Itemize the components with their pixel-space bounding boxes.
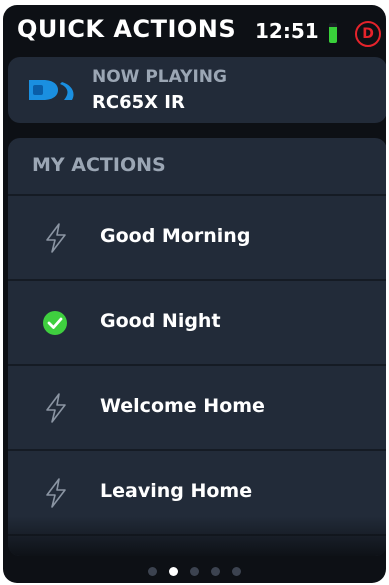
page-title: QUICK ACTIONS: [17, 15, 237, 43]
now-playing-label: NOW PLAYING: [92, 67, 227, 87]
action-item-good-morning[interactable]: Good Morning: [8, 196, 386, 281]
page-indicator[interactable]: [3, 567, 386, 579]
page-dot[interactable]: [232, 567, 241, 576]
page-dot[interactable]: [169, 567, 178, 576]
header-bar: QUICK ACTIONS 12:51 D: [3, 5, 386, 55]
check-circle-icon: [43, 311, 67, 335]
lightning-bolt-icon: [46, 223, 66, 253]
profile-button[interactable]: D: [355, 21, 381, 47]
now-playing-card[interactable]: NOW PLAYING RC65X IR: [8, 57, 386, 123]
page-dot[interactable]: [148, 567, 157, 576]
page-dot[interactable]: [190, 567, 199, 576]
battery-icon: [329, 23, 337, 43]
action-label: Leaving Home: [100, 480, 253, 502]
my-actions-header: MY ACTIONS: [8, 138, 386, 196]
device-screen: QUICK ACTIONS 12:51 D NOW PLAYING RC65X …: [3, 5, 386, 583]
lightning-bolt-icon: [46, 393, 66, 423]
scroll-fade: [8, 516, 386, 556]
battery-level-fill: [329, 27, 337, 43]
directv-logo-icon: [29, 80, 74, 100]
lightning-bolt-icon: [46, 478, 66, 508]
clock-time: 12:51: [255, 19, 319, 43]
action-label: Good Night: [100, 310, 221, 332]
my-actions-panel: MY ACTIONS Good Morning Good Night Welco…: [8, 138, 386, 556]
action-label: Welcome Home: [100, 395, 265, 417]
action-item-welcome-home[interactable]: Welcome Home: [8, 366, 386, 451]
page-dot[interactable]: [211, 567, 220, 576]
my-actions-title: MY ACTIONS: [32, 154, 166, 176]
profile-initial: D: [362, 26, 374, 42]
now-playing-device: RC65X IR: [92, 92, 185, 113]
action-label: Good Morning: [100, 225, 251, 247]
action-item-good-night[interactable]: Good Night: [8, 281, 386, 366]
